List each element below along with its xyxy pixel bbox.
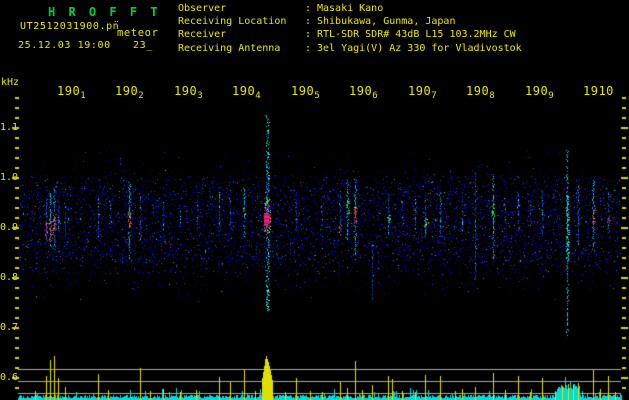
info-value: RTL-SDR SDR# 43dB L15 103.2MHz CW (317, 29, 516, 41)
info-label: Receiving Antenna (178, 42, 281, 54)
info-row: Receiver: RTL-SDR SDR# 43dB L15 103.2MHz … (178, 28, 522, 41)
spectrogram-canvas (0, 0, 629, 400)
x-axis-time-label: 1905 (291, 84, 320, 101)
seconds-counter: 23_ (133, 40, 153, 51)
info-label: Observer (178, 3, 227, 14)
y-axis-tick-label: 1.1 (0, 122, 19, 133)
observer-info-block: Observer: Masaki Kano Receiving Location: S… (178, 2, 522, 55)
meteor-label: meteor (117, 27, 159, 39)
info-label: Receiving Location (178, 16, 287, 28)
y-axis-tick-label: 0.9 (0, 222, 19, 233)
info-label: Receiver (178, 29, 227, 41)
y-axis-tick-label: 1.0 (0, 172, 19, 183)
y-axis-unit-label: kHz (1, 77, 20, 88)
x-axis-time-label: 1907 (408, 84, 437, 101)
date-time-label: 25.12.03 19:00 (18, 40, 111, 51)
info-separator: : (305, 42, 312, 54)
x-axis-time-label: 1909 (525, 84, 554, 101)
info-separator: : (305, 3, 312, 14)
app-title: H R O F F T (48, 5, 161, 19)
info-row: Receiving Location: Shibukawa, Gunma, Jap… (178, 15, 522, 28)
x-axis-time-label: 1910 (583, 84, 614, 98)
x-axis-time-label: 1903 (174, 84, 203, 101)
info-value: 3el Yagi(V) Az 330 for Vladivostok (317, 42, 522, 54)
y-axis-tick-label: 0.7 (0, 322, 19, 333)
info-value: Masaki Kano (317, 3, 384, 14)
x-axis-time-label: 1901 (57, 84, 86, 101)
output-filename: UT2512031900.pn (20, 21, 120, 32)
y-axis-tick-label: 0.8 (0, 272, 19, 283)
info-separator: : (305, 29, 312, 41)
y-axis-tick-label: 0.6 (0, 372, 19, 383)
info-value: Shibukawa, Gunma, Japan (317, 16, 456, 28)
info-row: Observer: Masaki Kano (178, 2, 522, 15)
x-axis-time-label: 1902 (115, 84, 144, 101)
x-axis-time-label: 1904 (232, 84, 261, 101)
x-axis-time-label: 1906 (349, 84, 378, 101)
info-separator: : (305, 16, 312, 28)
info-row: Receiving Antenna:3el Yagi(V) Az 330 for… (178, 42, 522, 55)
x-axis-time-label: 1908 (466, 84, 495, 101)
hrofft-screen: H R O F F T UT2512031900.pn ¨ meteor 25.… (0, 0, 629, 400)
